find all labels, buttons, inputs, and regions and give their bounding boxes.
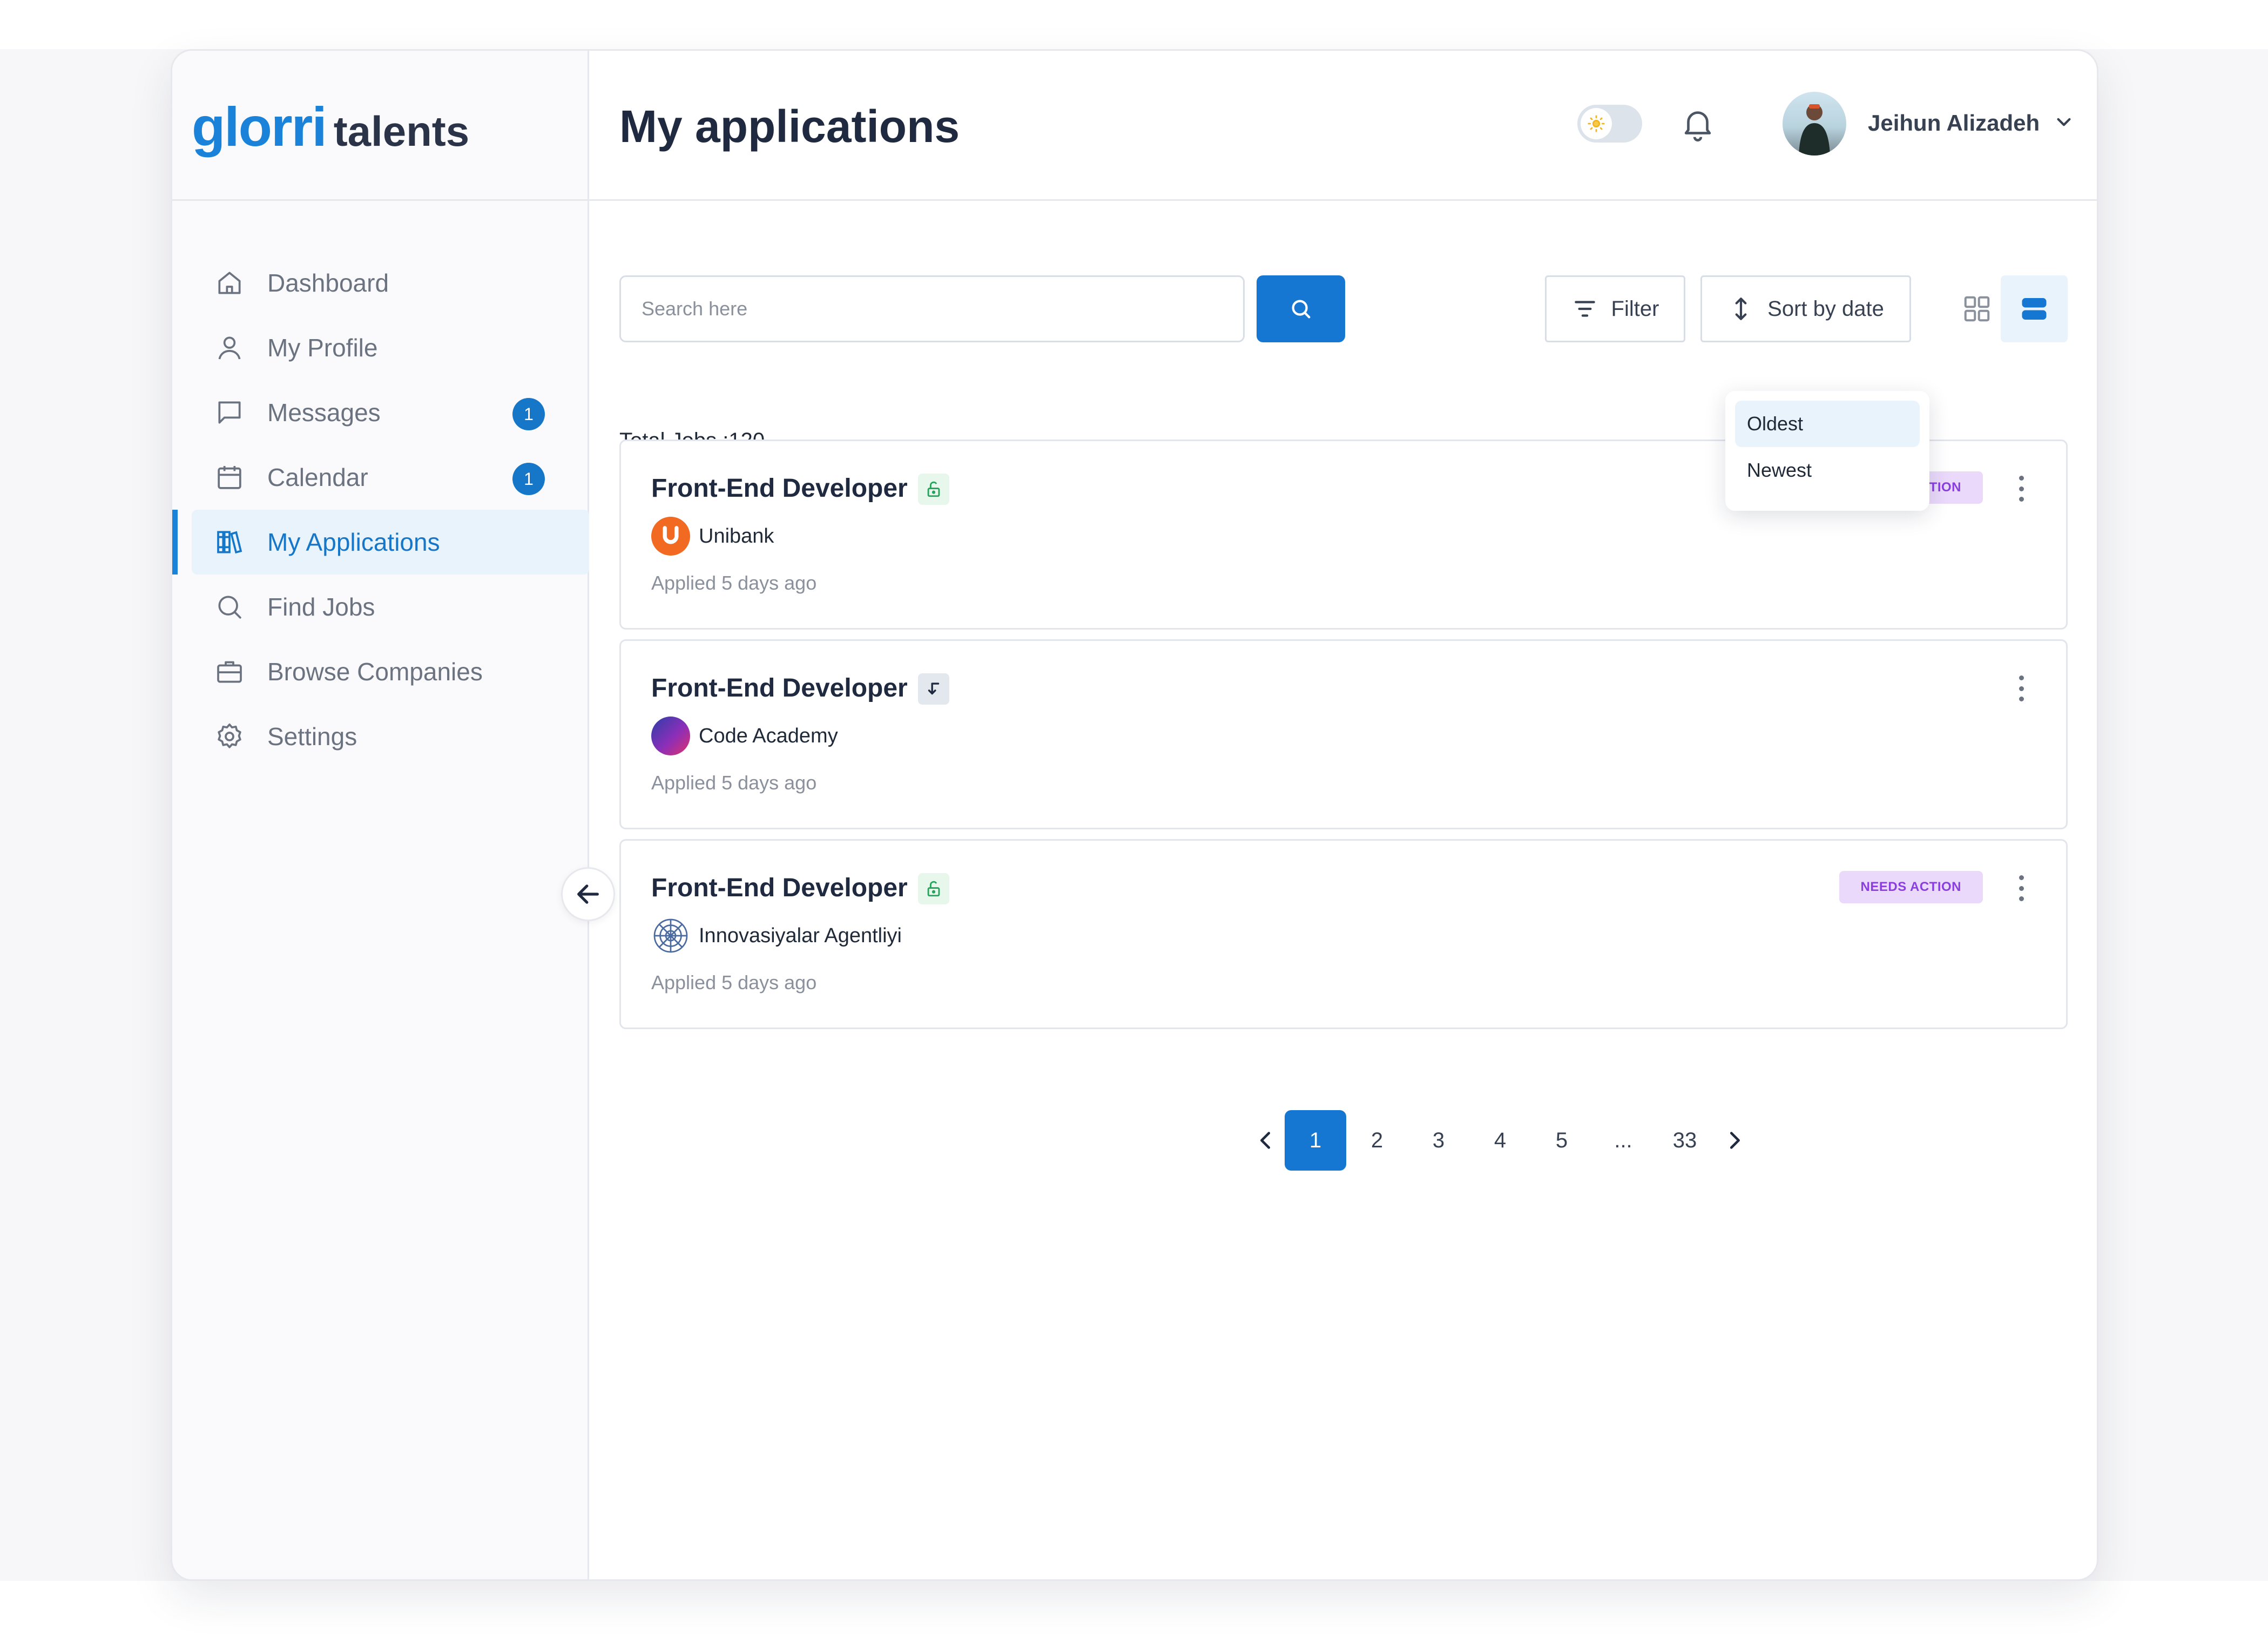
job-title[interactable]: Front-End Developer xyxy=(651,474,908,503)
logo[interactable]: glorri talents xyxy=(192,99,469,154)
status-badge: NEEDS ACTION xyxy=(1839,871,1983,903)
bell-icon[interactable] xyxy=(1679,105,1717,143)
app-window: glorri talents Dashboard My Profile Mess… xyxy=(171,49,2098,1581)
arrow-left-icon xyxy=(577,884,599,904)
sidebar-item-label: Dashboard xyxy=(267,269,389,297)
briefcase-icon xyxy=(214,657,245,687)
pagination: 1 2 3 4 5 ... 33 xyxy=(1247,1110,1753,1171)
job-title[interactable]: Front-End Developer xyxy=(651,873,908,903)
application-card[interactable]: Front-End Developer Code Academy Applied… xyxy=(619,639,2068,829)
collapse-sidebar-button[interactable] xyxy=(561,867,615,921)
logo-area: glorri talents xyxy=(172,51,588,201)
message-icon xyxy=(214,397,245,428)
sort-button[interactable]: Sort by date xyxy=(1700,275,1911,342)
sidebar-item-label: Find Jobs xyxy=(267,593,375,621)
company-name[interactable]: Unibank xyxy=(699,525,774,548)
theme-toggle[interactable] xyxy=(1577,105,1642,143)
list-view-button[interactable] xyxy=(2001,275,2068,342)
sidebar-item-label: Settings xyxy=(267,722,357,751)
sort-arrows-icon xyxy=(1735,298,1747,320)
more-options-icon[interactable] xyxy=(2013,672,2029,705)
page-button[interactable]: 4 xyxy=(1469,1110,1531,1171)
avatar[interactable] xyxy=(1783,92,1846,156)
sidebar-item-find-jobs[interactable]: Find Jobs xyxy=(192,575,589,639)
page-button[interactable]: 2 xyxy=(1346,1110,1408,1171)
applied-time: Applied 5 days ago xyxy=(651,572,817,594)
chevron-right-icon[interactable] xyxy=(1716,1110,1753,1171)
sort-option-oldest[interactable]: Oldest xyxy=(1735,401,1920,447)
search-input[interactable] xyxy=(619,275,1245,342)
sidebar-item-label: My Applications xyxy=(267,528,440,556)
page-button[interactable]: 3 xyxy=(1408,1110,1469,1171)
filter-label: Filter xyxy=(1611,296,1659,321)
more-options-icon[interactable] xyxy=(2013,472,2029,505)
sort-option-newest[interactable]: Newest xyxy=(1735,447,1920,494)
list-icon xyxy=(2022,298,2047,320)
page-button[interactable]: 5 xyxy=(1531,1110,1592,1171)
sidebar-nav: Dashboard My Profile Messages 1 Calendar… xyxy=(172,251,589,769)
page-button[interactable]: 1 xyxy=(1285,1110,1346,1171)
grid-icon xyxy=(1964,296,1990,322)
applications-icon xyxy=(214,527,245,557)
logo-suffix: talents xyxy=(333,107,470,155)
application-card[interactable]: Front-End Developer Innovasiyalar Agentl… xyxy=(619,839,2068,1029)
sidebar-item-my-profile[interactable]: My Profile xyxy=(192,315,589,380)
company-name[interactable]: Innovasiyalar Agentliyi xyxy=(699,924,902,948)
page-button[interactable]: 33 xyxy=(1654,1110,1716,1171)
calendar-icon xyxy=(214,462,245,492)
applied-time: Applied 5 days ago xyxy=(651,772,817,794)
sidebar-item-settings[interactable]: Settings xyxy=(192,704,589,769)
sun-icon xyxy=(1581,108,1612,139)
unlock-icon xyxy=(918,474,949,505)
user-name[interactable]: Jeihun Alizadeh xyxy=(1868,110,2040,136)
sidebar-item-label: Browse Companies xyxy=(267,658,483,686)
messages-count-badge: 1 xyxy=(512,398,545,430)
sidebar-item-browse-companies[interactable]: Browse Companies xyxy=(192,639,589,704)
page-title: My applications xyxy=(619,101,960,152)
calendar-count-badge: 1 xyxy=(512,463,545,495)
sidebar-item-label: Calendar xyxy=(267,463,368,491)
logo-brand: glorri xyxy=(192,96,327,158)
sort-label: Sort by date xyxy=(1767,296,1884,321)
home-icon xyxy=(214,268,245,298)
job-title[interactable]: Front-End Developer xyxy=(651,673,908,703)
page-ellipsis: ... xyxy=(1614,1128,1632,1152)
chevron-down-icon[interactable] xyxy=(2050,108,2077,135)
filter-icon xyxy=(1574,301,1595,317)
company-name[interactable]: Code Academy xyxy=(699,725,838,748)
unlock-icon xyxy=(918,873,949,904)
sort-dropdown-menu: Oldest Newest xyxy=(1725,391,1929,511)
sidebar-item-messages[interactable]: Messages 1 xyxy=(192,380,589,445)
search-icon xyxy=(214,592,245,622)
innovasiyalar-logo xyxy=(651,916,690,955)
return-arrow-icon xyxy=(918,673,949,705)
sidebar-item-label: My Profile xyxy=(267,334,378,362)
sidebar-item-label: Messages xyxy=(267,398,381,427)
chevron-left-icon[interactable] xyxy=(1247,1110,1285,1171)
sidebar-item-my-applications[interactable]: My Applications xyxy=(172,510,589,575)
applied-time: Applied 5 days ago xyxy=(651,971,817,994)
filter-button[interactable]: Filter xyxy=(1545,275,1685,342)
unibank-logo xyxy=(651,517,690,556)
sidebar: glorri talents Dashboard My Profile Mess… xyxy=(172,51,589,1579)
top-header: My applications Jeihun Alizadeh xyxy=(589,51,2097,201)
sidebar-item-calendar[interactable]: Calendar 1 xyxy=(192,445,589,510)
code-academy-logo xyxy=(651,717,690,755)
more-options-icon[interactable] xyxy=(2013,872,2029,904)
search-button[interactable] xyxy=(1257,275,1345,342)
search-icon xyxy=(1292,300,1311,319)
user-icon xyxy=(214,333,245,363)
gear-icon xyxy=(214,721,245,752)
sidebar-item-dashboard[interactable]: Dashboard xyxy=(192,251,589,315)
